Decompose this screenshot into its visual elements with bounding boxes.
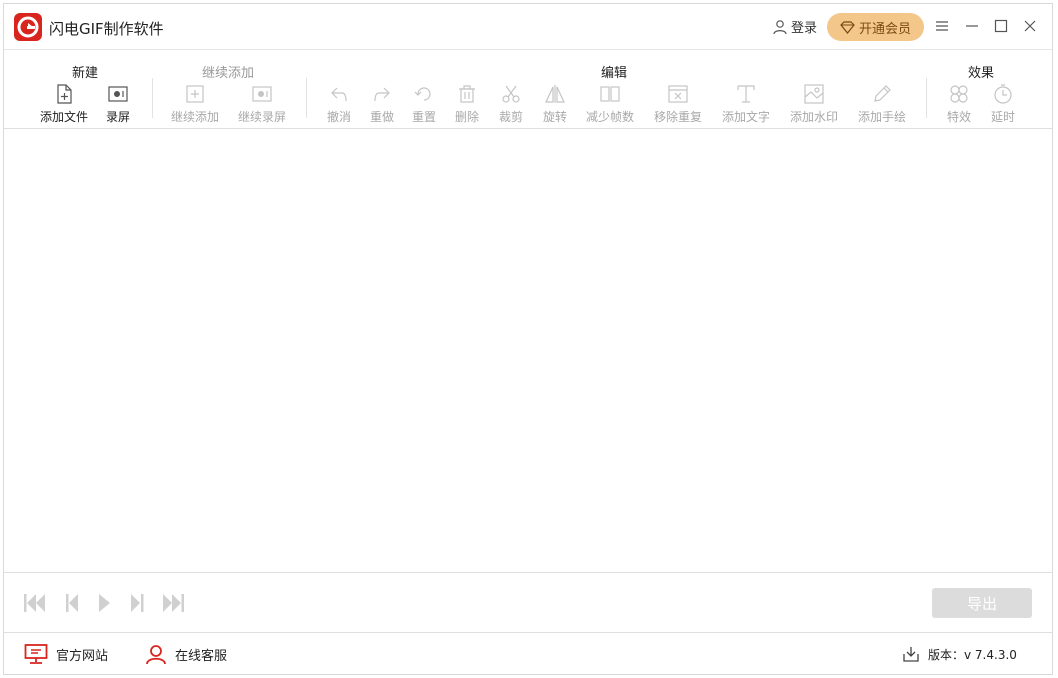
previous-frame-icon[interactable] — [60, 592, 84, 614]
watermark-icon — [803, 83, 825, 105]
minimize-icon[interactable] — [964, 18, 980, 34]
continue-add-icon — [184, 83, 206, 105]
delay-label: 延时 — [991, 108, 1015, 125]
player-bar: 导出 — [4, 572, 1052, 633]
download-icon — [902, 645, 920, 663]
remove-duplicate-icon — [667, 83, 689, 105]
app-logo-icon — [14, 13, 42, 41]
record-screen-button[interactable]: 录屏 — [106, 83, 130, 125]
add-text-button[interactable]: 添加文字 — [722, 83, 770, 125]
add-watermark-label: 添加水印 — [790, 108, 838, 125]
app-title: 闪电GIF制作软件 — [49, 18, 164, 39]
reduce-frames-icon — [599, 83, 621, 105]
maximize-icon[interactable] — [993, 18, 1009, 34]
reset-icon — [413, 83, 435, 105]
effects-button[interactable]: 特效 — [947, 83, 971, 125]
undo-label: 撤消 — [327, 108, 351, 125]
online-support-link[interactable]: 在线客服 — [145, 643, 227, 665]
group-title-edit: 编辑 — [601, 62, 627, 81]
continue-add-label: 继续添加 — [171, 108, 219, 125]
redo-button[interactable]: 重做 — [370, 83, 394, 125]
crop-label: 裁剪 — [499, 108, 523, 125]
app-window: 闪电GIF制作软件 登录 开通会员 新 — [3, 3, 1053, 675]
toolbar-divider — [306, 78, 307, 118]
remove-duplicate-label: 移除重复 — [654, 108, 702, 125]
toolbar-divider — [152, 78, 153, 118]
group-title-continue-add: 继续添加 — [202, 62, 254, 81]
toolbar: 新建 继续添加 编辑 效果 添加文件 录屏 — [4, 49, 1052, 129]
pencil-icon — [871, 83, 893, 105]
effects-label: 特效 — [947, 108, 971, 125]
version-label: 版本：v 7.4.3.0 — [928, 646, 1017, 663]
play-icon[interactable] — [93, 592, 117, 614]
delete-label: 删除 — [455, 108, 479, 125]
text-icon — [735, 83, 757, 105]
next-frame-icon[interactable] — [125, 592, 149, 614]
redo-label: 重做 — [370, 108, 394, 125]
group-title-new: 新建 — [72, 62, 98, 81]
menu-icon[interactable] — [934, 18, 950, 34]
online-support-label: 在线客服 — [175, 645, 227, 664]
toolbar-divider — [926, 78, 927, 118]
continue-record-icon — [251, 83, 273, 105]
version-info: 版本：v 7.4.3.0 — [902, 645, 1017, 663]
export-button[interactable]: 导出 — [932, 588, 1032, 618]
add-file-label: 添加文件 — [40, 108, 88, 125]
remove-duplicate-button[interactable]: 移除重复 — [654, 83, 702, 125]
last-frame-icon[interactable] — [161, 592, 185, 614]
reduce-frames-button[interactable]: 减少帧数 — [586, 83, 634, 125]
reset-label: 重置 — [412, 108, 436, 125]
rotate-label: 旋转 — [543, 108, 567, 125]
add-drawing-label: 添加手绘 — [858, 108, 906, 125]
first-frame-icon[interactable] — [23, 592, 47, 614]
effects-icon — [948, 83, 970, 105]
continue-record-label: 继续录屏 — [238, 108, 286, 125]
record-screen-label: 录屏 — [106, 108, 130, 125]
add-file-button[interactable]: 添加文件 — [40, 83, 88, 125]
title-bar: 闪电GIF制作软件 登录 开通会员 — [4, 4, 1052, 49]
close-icon[interactable] — [1022, 18, 1038, 34]
add-file-icon — [53, 83, 75, 105]
clock-icon — [992, 83, 1014, 105]
continue-add-button[interactable]: 继续添加 — [171, 83, 219, 125]
rotate-button[interactable]: 旋转 — [543, 83, 567, 125]
add-watermark-button[interactable]: 添加水印 — [790, 83, 838, 125]
reset-button[interactable]: 重置 — [412, 83, 436, 125]
rotate-icon — [544, 83, 566, 105]
frames-canvas[interactable] — [4, 129, 1052, 572]
customer-service-icon — [145, 643, 167, 665]
continue-record-button[interactable]: 继续录屏 — [238, 83, 286, 125]
group-title-effects: 效果 — [968, 62, 994, 81]
crop-button[interactable]: 裁剪 — [499, 83, 523, 125]
add-text-label: 添加文字 — [722, 108, 770, 125]
vip-button[interactable]: 开通会员 — [827, 13, 924, 41]
reduce-frames-label: 减少帧数 — [586, 108, 634, 125]
scissors-icon — [500, 83, 522, 105]
undo-button[interactable]: 撤消 — [327, 83, 351, 125]
add-drawing-button[interactable]: 添加手绘 — [858, 83, 906, 125]
trash-icon — [456, 83, 478, 105]
login-button[interactable]: 登录 — [772, 17, 817, 36]
vip-label: 开通会员 — [859, 18, 911, 37]
delete-button[interactable]: 删除 — [455, 83, 479, 125]
footer: 官方网站 在线客服 版本：v 7.4.3.0 — [4, 633, 1052, 674]
official-website-label: 官方网站 — [56, 645, 108, 664]
delay-button[interactable]: 延时 — [991, 83, 1015, 125]
user-icon — [772, 19, 788, 35]
redo-icon — [371, 83, 393, 105]
official-website-link[interactable]: 官方网站 — [24, 643, 108, 665]
undo-icon — [328, 83, 350, 105]
diamond-icon — [840, 21, 855, 34]
record-screen-icon — [107, 83, 129, 105]
login-label: 登录 — [791, 17, 817, 36]
monitor-icon — [24, 643, 48, 665]
